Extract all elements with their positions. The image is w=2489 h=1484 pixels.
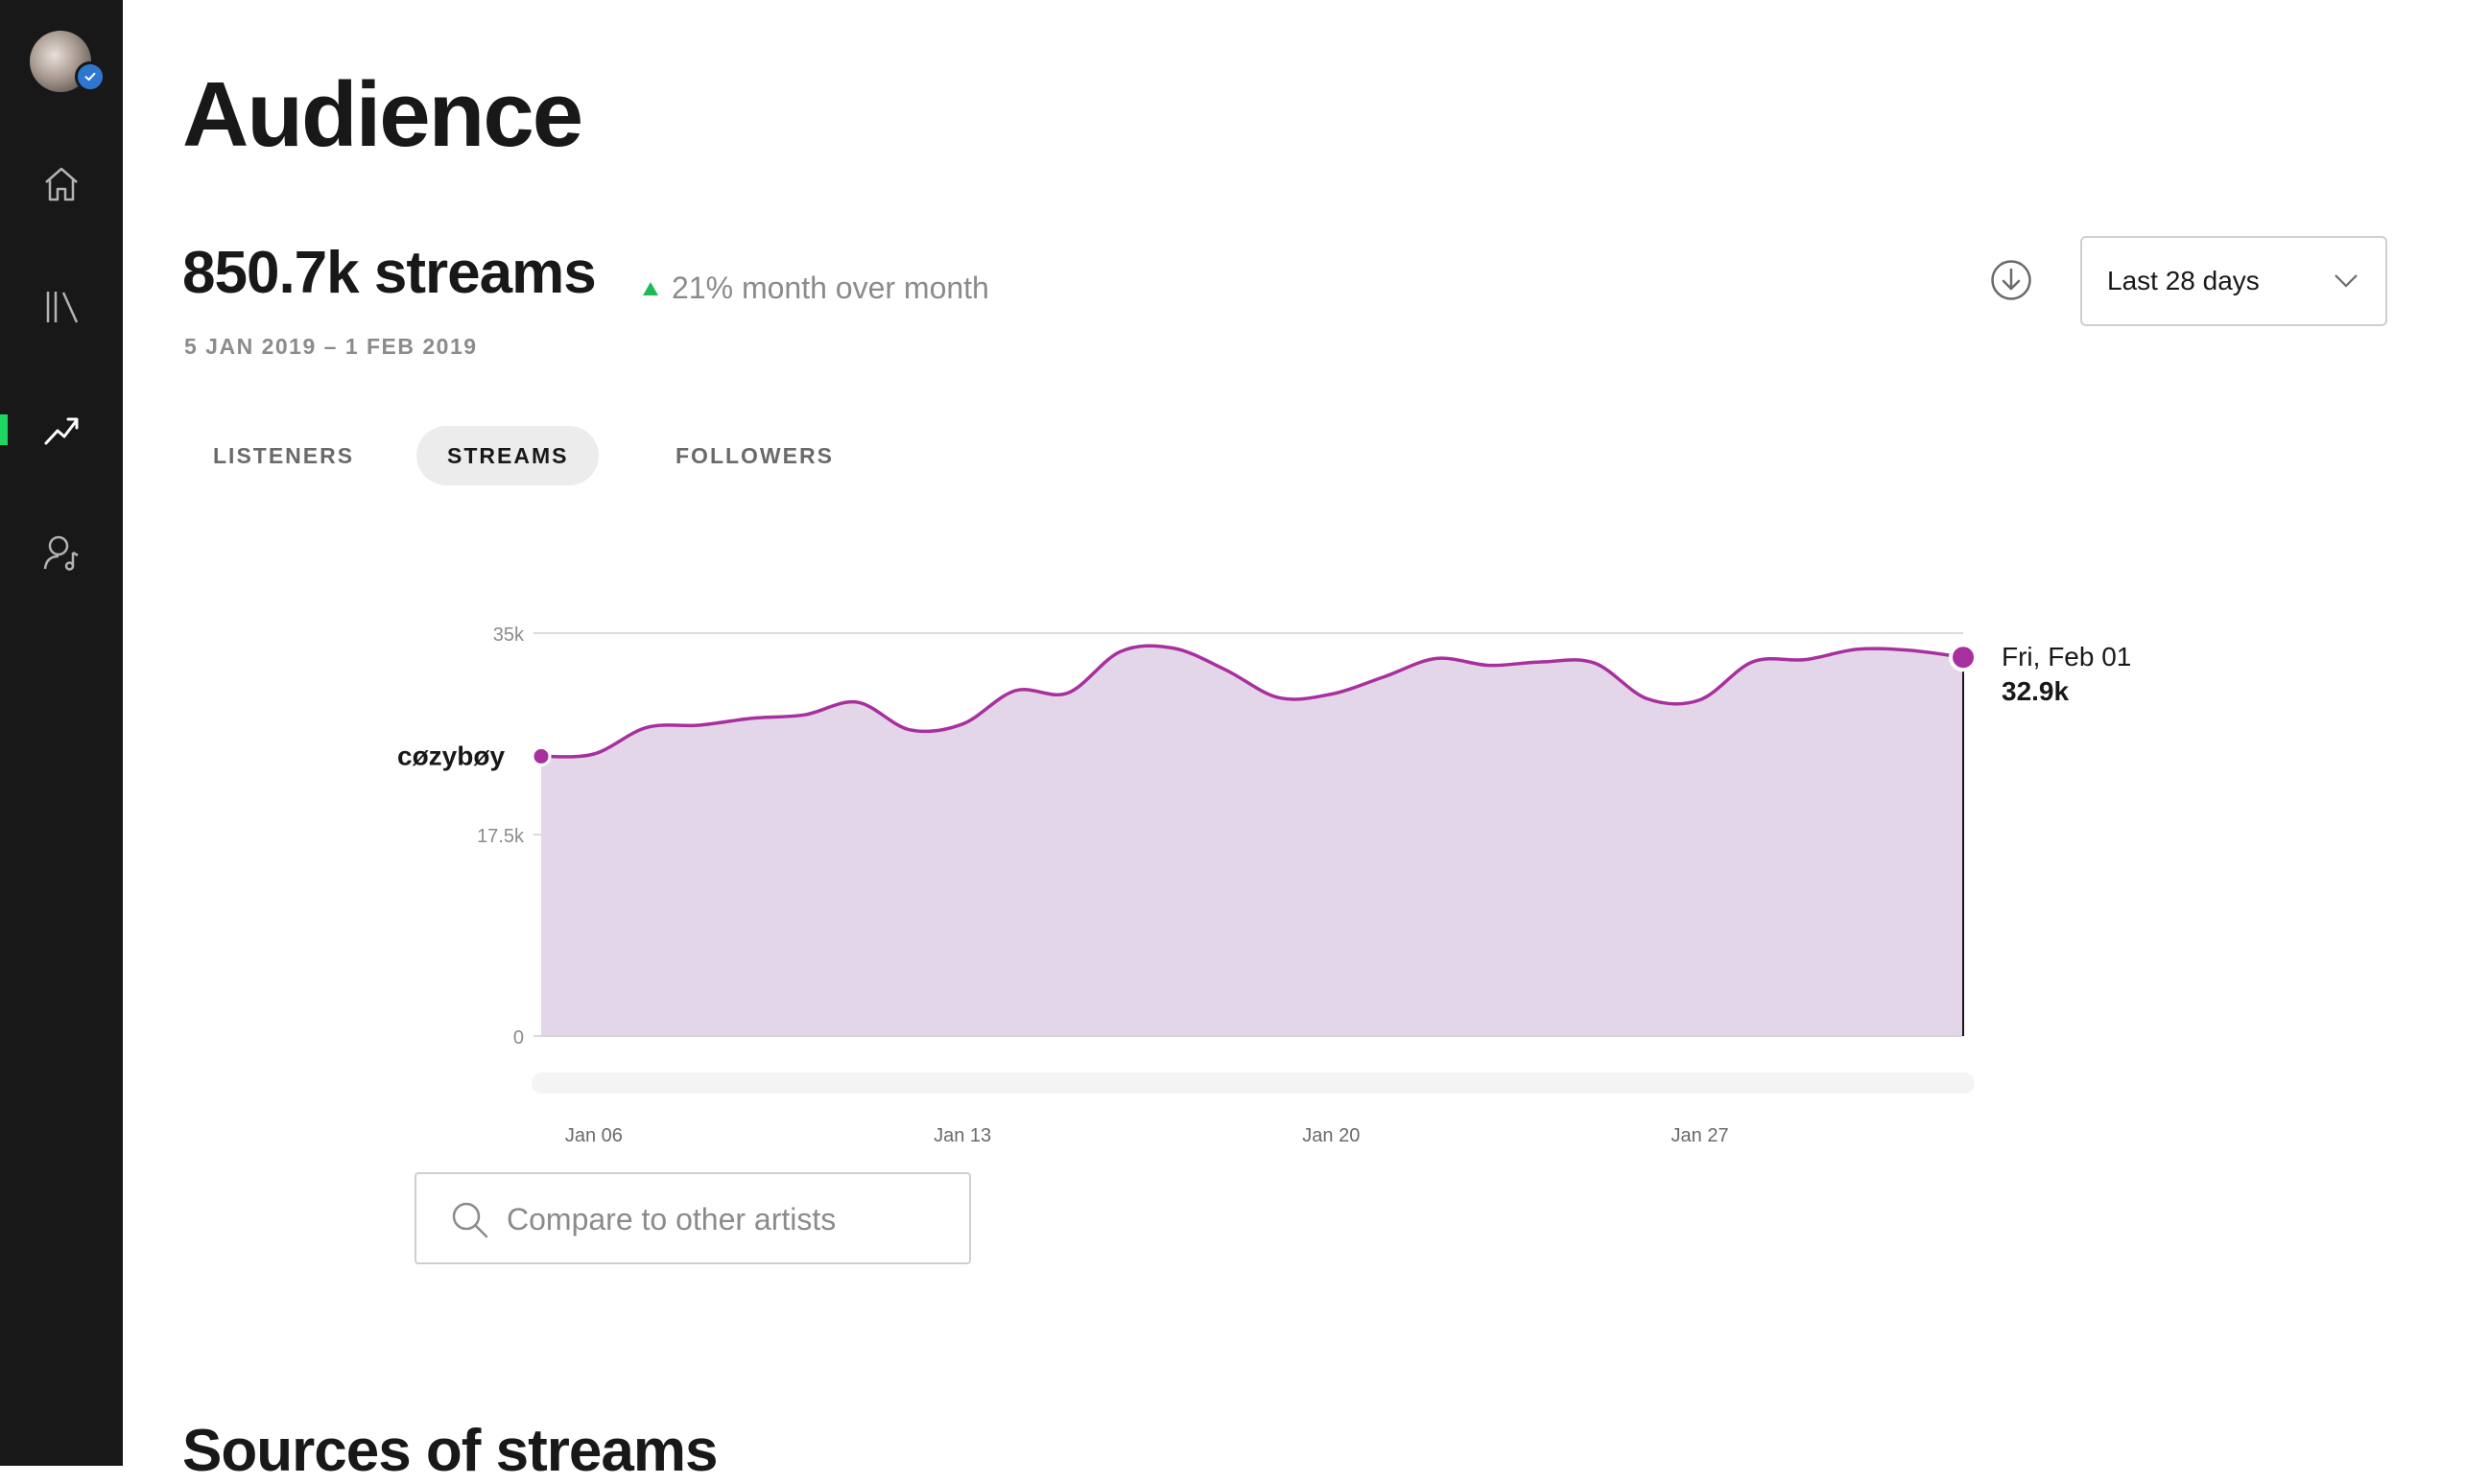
tooltip-value: 32.9k: [2002, 676, 2069, 706]
compare-artists-search[interactable]: [415, 1172, 971, 1264]
tab-streams[interactable]: STREAMS: [416, 426, 599, 485]
date-range-select-value: Last 28 days: [2107, 266, 2260, 296]
x-tick-label: Jan 06: [565, 1125, 623, 1146]
sidebar: [0, 0, 123, 1466]
month-over-month-delta: 21% month over month: [643, 271, 989, 306]
download-button[interactable]: [1990, 259, 2032, 301]
y-tick-label: 17.5k: [477, 826, 525, 847]
streams-chart[interactable]: 0 17.5k 35k cøzybøy Fri, Feb 01 32.9k Jan 06 Ja…: [123, 576, 2489, 1170]
stats-icon: [42, 411, 81, 449]
page-title: Audience: [182, 69, 581, 161]
artist-icon: [42, 533, 81, 572]
section-title-sources: Sources of streams: [182, 1422, 717, 1481]
home-icon: [42, 165, 81, 203]
series-area: [541, 646, 1963, 1036]
hovered-data-point: [1951, 645, 1976, 670]
download-icon: [1990, 259, 2032, 301]
streams-total: 850.7k streams: [182, 244, 596, 303]
nav-home[interactable]: [38, 161, 84, 207]
triangle-up-icon: [643, 282, 658, 295]
compare-artists-input[interactable]: [505, 1174, 950, 1264]
y-tick-label: 35k: [493, 624, 525, 646]
search-icon: [451, 1201, 489, 1239]
chevron-down-icon: [2334, 272, 2359, 290]
x-tick-label: Jan 20: [1302, 1125, 1360, 1146]
x-tick-label: Jan 27: [1671, 1125, 1729, 1146]
delta-text: 21% month over month: [672, 271, 989, 306]
tab-followers[interactable]: FOLLOWERS: [645, 426, 865, 485]
nav-stats[interactable]: [38, 407, 84, 453]
date-range-select[interactable]: Last 28 days: [2080, 236, 2387, 326]
nav-active-indicator: [0, 414, 8, 445]
series-label: cøzybøy: [397, 741, 505, 770]
range-scrubber: [532, 1072, 1975, 1094]
nav-artist[interactable]: [38, 530, 84, 576]
verified-badge-icon: [75, 61, 106, 92]
y-tick-label: 0: [513, 1027, 524, 1048]
x-tick-label: Jan 13: [934, 1125, 991, 1146]
library-icon: [42, 288, 81, 326]
main-content: Audience 850.7k streams 21% month over m…: [123, 0, 2489, 1466]
tooltip-date: Fri, Feb 01: [2002, 642, 2131, 671]
nav-library[interactable]: [38, 284, 84, 330]
date-range: 5 JAN 2019 – 1 FEB 2019: [184, 334, 478, 360]
series-start-point: [533, 747, 550, 765]
tab-listeners[interactable]: LISTENERS: [182, 426, 385, 485]
